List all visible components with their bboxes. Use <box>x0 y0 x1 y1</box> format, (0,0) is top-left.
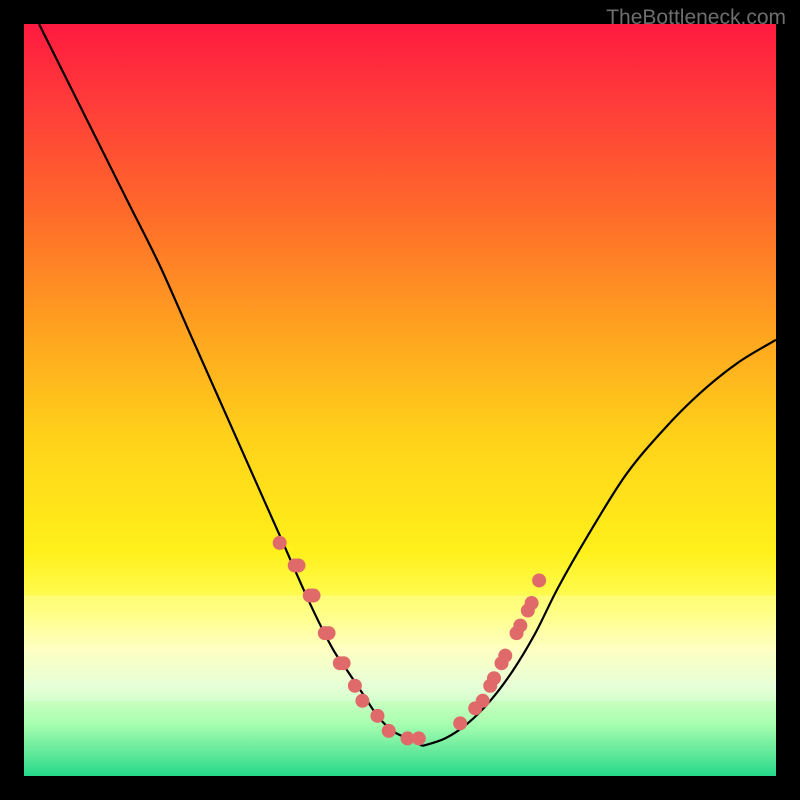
data-dot <box>525 596 539 610</box>
data-dot <box>291 558 305 572</box>
data-dot <box>307 589 321 603</box>
data-dot <box>370 709 384 723</box>
data-dot <box>382 724 396 738</box>
data-dot <box>348 679 362 693</box>
data-dot <box>322 626 336 640</box>
watermark-text: TheBottleneck.com <box>606 6 786 30</box>
data-dot <box>273 536 287 550</box>
data-dot <box>476 694 490 708</box>
bottleneck-chart <box>24 24 776 776</box>
data-dot <box>453 716 467 730</box>
data-dot <box>487 671 501 685</box>
data-dot <box>532 573 546 587</box>
data-dot <box>412 731 426 745</box>
data-dot <box>513 619 527 633</box>
data-dot <box>355 694 369 708</box>
light-band <box>24 596 776 701</box>
data-dot <box>498 649 512 663</box>
data-dot <box>337 656 351 670</box>
